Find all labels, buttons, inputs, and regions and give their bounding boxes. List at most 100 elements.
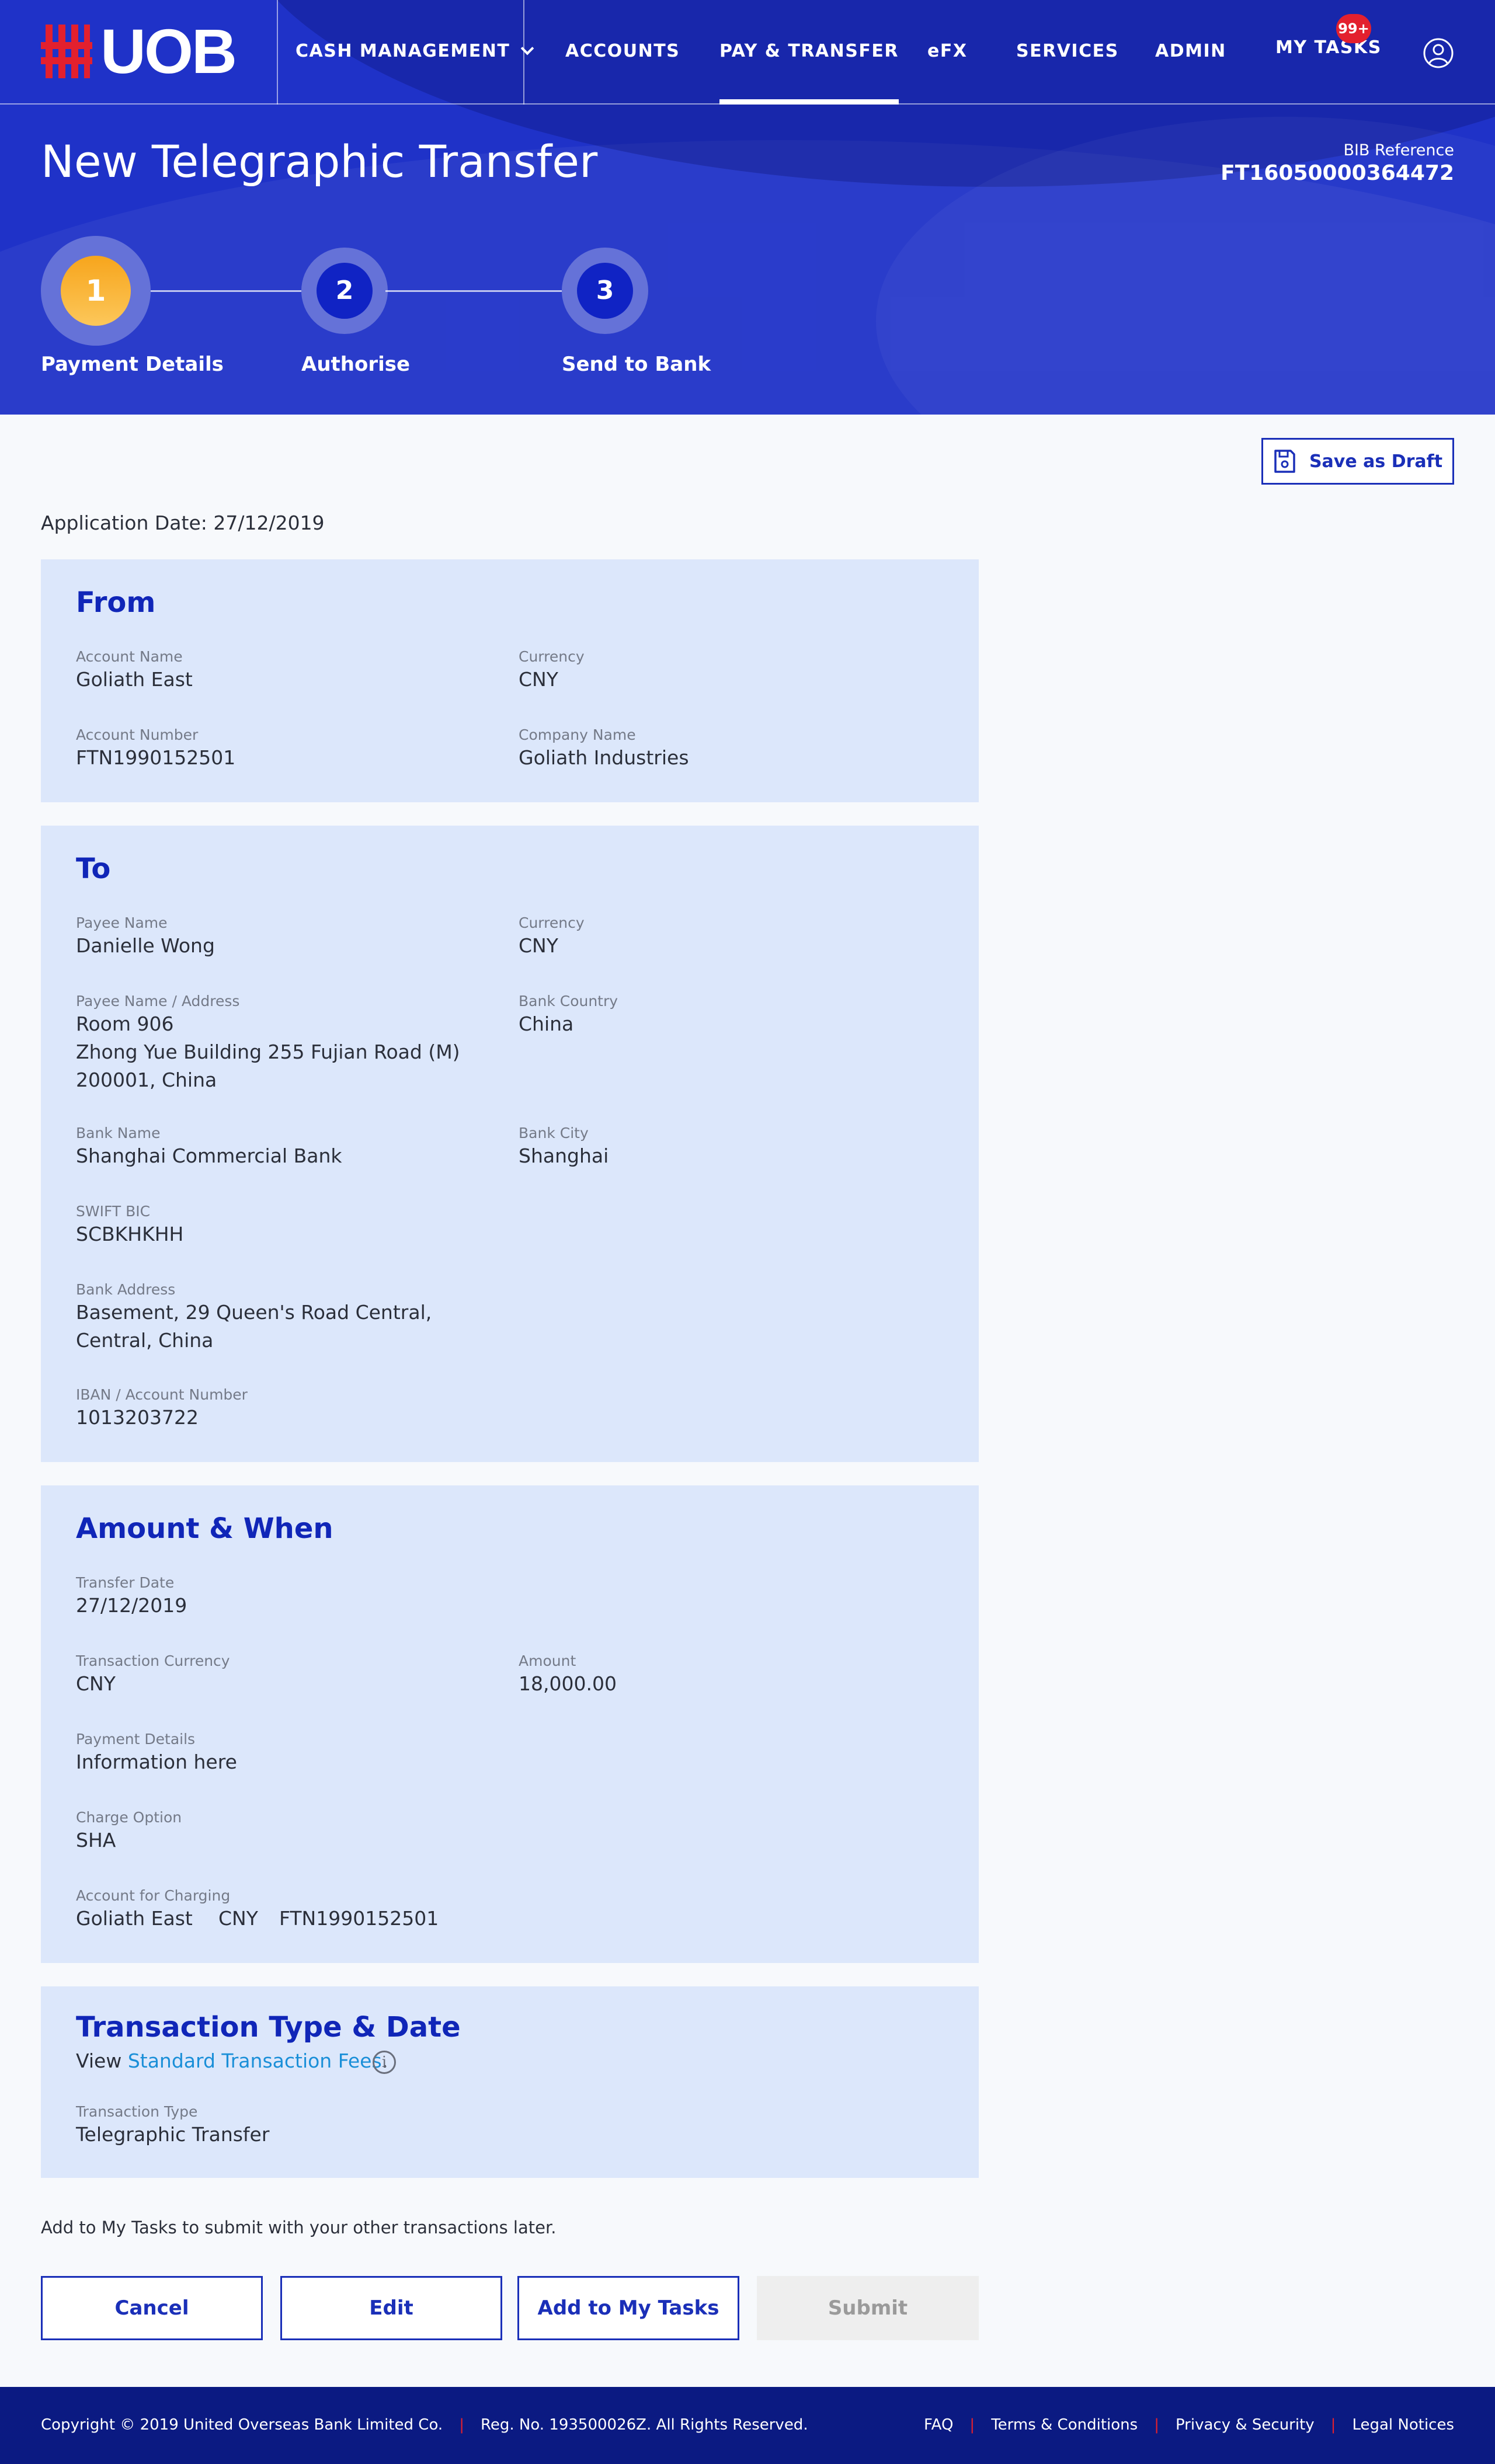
transfer-date-value: 27/12/2019 xyxy=(76,1594,187,1617)
charging-account-name: Goliath East xyxy=(76,1907,193,1930)
swift-bic-value: SCBKHKHH xyxy=(76,1223,184,1245)
bank-name-value: Shanghai Commercial Bank xyxy=(76,1144,342,1167)
footer-divider: | xyxy=(459,2416,464,2434)
amount-value: 18,000.00 xyxy=(519,1672,617,1695)
charging-account-label: Account for Charging xyxy=(76,1887,231,1904)
bank-address-label: Bank Address xyxy=(76,1281,176,1298)
charge-option-label: Charge Option xyxy=(76,1809,182,1826)
step-3-number: 3 xyxy=(577,263,633,319)
registration-text: Reg. No. 193500026Z. All Rights Reserved… xyxy=(480,2416,808,2434)
nav-cash-management[interactable]: CASH MANAGEMENT xyxy=(295,40,534,63)
step-2-label: Authorise xyxy=(301,353,411,376)
transaction-currency-value: CNY xyxy=(76,1672,116,1695)
currency-label: Currency xyxy=(519,648,585,665)
payee-address-line: Zhong Yue Building 255 Fujian Road (M) xyxy=(76,1040,460,1063)
payee-name-value: Danielle Wong xyxy=(76,934,215,957)
amount-label: Amount xyxy=(519,1652,576,1669)
account-number-value: FTN1990152501 xyxy=(76,746,236,769)
edit-button[interactable]: Edit xyxy=(280,2276,502,2340)
bank-country-label: Bank Country xyxy=(519,993,618,1010)
user-profile-icon[interactable] xyxy=(1423,37,1454,69)
charging-account-currency: CNY xyxy=(218,1907,258,1930)
bib-reference-value: FT16050000364472 xyxy=(1221,161,1454,185)
swift-bic-label: SWIFT BIC xyxy=(76,1203,151,1220)
footer-divider: | xyxy=(969,2416,975,2434)
payment-details-label: Payment Details xyxy=(76,1731,196,1748)
page-footer: Copyright © 2019 United Overseas Bank Li… xyxy=(0,2387,1495,2464)
bank-address-line: Central, China xyxy=(76,1329,214,1352)
transaction-type-title: Transaction Type & Date xyxy=(76,2011,461,2044)
payee-currency-label: Currency xyxy=(519,914,585,931)
save-as-draft-label: Save as Draft xyxy=(1309,451,1443,472)
footer-legal-text: Copyright © 2019 United Overseas Bank Li… xyxy=(41,2416,808,2434)
nav-accounts[interactable]: ACCOUNTS xyxy=(565,40,680,63)
payee-name-label: Payee Name xyxy=(76,914,168,931)
info-icon[interactable]: i xyxy=(373,2051,396,2074)
company-name-label: Company Name xyxy=(519,726,636,743)
charging-account-number: FTN1990152501 xyxy=(279,1907,439,1930)
tasks-count-badge: 99+ xyxy=(1336,14,1371,43)
save-as-draft-button[interactable]: Save as Draft xyxy=(1261,438,1454,485)
payee-currency-value: CNY xyxy=(519,934,558,957)
nav-divider xyxy=(277,0,278,105)
to-title: To xyxy=(76,852,111,885)
transfer-date-label: Transfer Date xyxy=(76,1574,175,1591)
from-section: From Account Name Goliath East Currency … xyxy=(41,559,979,802)
nav-efx[interactable]: eFX xyxy=(927,40,967,63)
charge-option-value: SHA xyxy=(76,1829,116,1852)
footer-link-privacy[interactable]: Privacy & Security xyxy=(1176,2416,1315,2434)
bank-country-value: China xyxy=(519,1012,574,1035)
iban-value: 1013203722 xyxy=(76,1406,199,1429)
payee-address-line: Room 906 xyxy=(76,1012,174,1035)
step-1-label: Payment Details xyxy=(41,353,224,376)
bib-reference-label: BIB Reference xyxy=(1343,141,1454,159)
company-name-value: Goliath Industries xyxy=(519,746,689,769)
nav-services[interactable]: SERVICES xyxy=(1016,40,1119,63)
payee-address-label: Payee Name / Address xyxy=(76,993,240,1010)
account-name-label: Account Name xyxy=(76,648,183,665)
from-title: From xyxy=(76,586,156,619)
add-to-my-tasks-button[interactable]: Add to My Tasks xyxy=(517,2276,739,2340)
fees-note-prefix: View xyxy=(76,2049,128,2072)
footer-divider: | xyxy=(1154,2416,1159,2434)
account-name-value: Goliath East xyxy=(76,668,193,691)
standard-fees-link[interactable]: Standard Transaction Fees xyxy=(128,2049,382,2072)
nav-pay-transfer[interactable]: PAY & TRANSFER xyxy=(719,40,899,105)
footer-link-legal[interactable]: Legal Notices xyxy=(1352,2416,1454,2434)
step-connector xyxy=(151,290,301,292)
transaction-type-section: Transaction Type & Date View Standard Tr… xyxy=(41,1986,979,2178)
amount-when-title: Amount & When xyxy=(76,1512,333,1545)
bank-city-label: Bank City xyxy=(519,1125,589,1141)
step-connector xyxy=(385,290,562,292)
payment-details-value: Information here xyxy=(76,1750,237,1773)
fees-note: View Standard Transaction Fees. xyxy=(76,2047,388,2075)
footer-link-faq[interactable]: FAQ xyxy=(924,2416,953,2434)
nav-admin[interactable]: ADMIN xyxy=(1155,40,1226,63)
bank-city-value: Shanghai xyxy=(519,1144,609,1167)
step-1-number: 1 xyxy=(61,256,131,326)
copyright-text: Copyright © 2019 United Overseas Bank Li… xyxy=(41,2416,443,2434)
footer-links: FAQ | Terms & Conditions | Privacy & Securit… xyxy=(924,2416,1454,2434)
transaction-type-label: Transaction Type xyxy=(76,2103,198,2120)
footer-divider: | xyxy=(1330,2416,1336,2434)
amount-when-section: Amount & When Transfer Date 27/12/2019 T… xyxy=(41,1485,979,1963)
step-3-label: Send to Bank xyxy=(562,353,711,376)
account-number-label: Account Number xyxy=(76,726,199,743)
currency-value: CNY xyxy=(519,668,558,691)
uob-logo[interactable]: UOB xyxy=(41,16,237,86)
to-section: To Payee Name Danielle Wong Currency CNY… xyxy=(41,826,979,1462)
transaction-type-value: Telegraphic Transfer xyxy=(76,2123,270,2146)
page-title: New Telegraphic Transfer xyxy=(41,135,598,187)
iban-label: IBAN / Account Number xyxy=(76,1386,248,1403)
nav-divider xyxy=(523,0,524,105)
uob-logo-text: UOB xyxy=(100,16,237,86)
application-date: Application Date: 27/12/2019 xyxy=(41,511,325,534)
my-tasks-note: Add to My Tasks to submit with your othe… xyxy=(41,2218,557,2237)
bank-name-label: Bank Name xyxy=(76,1125,161,1141)
cancel-button[interactable]: Cancel xyxy=(41,2276,263,2340)
top-navigation: UOB CASH MANAGEMENT ACCOUNTS PAY & TRANS… xyxy=(0,0,1495,105)
submit-button[interactable]: Submit xyxy=(757,2276,979,2340)
step-2-number: 2 xyxy=(317,263,373,319)
page-header: UOB CASH MANAGEMENT ACCOUNTS PAY & TRANS… xyxy=(0,0,1495,415)
footer-link-terms[interactable]: Terms & Conditions xyxy=(991,2416,1138,2434)
